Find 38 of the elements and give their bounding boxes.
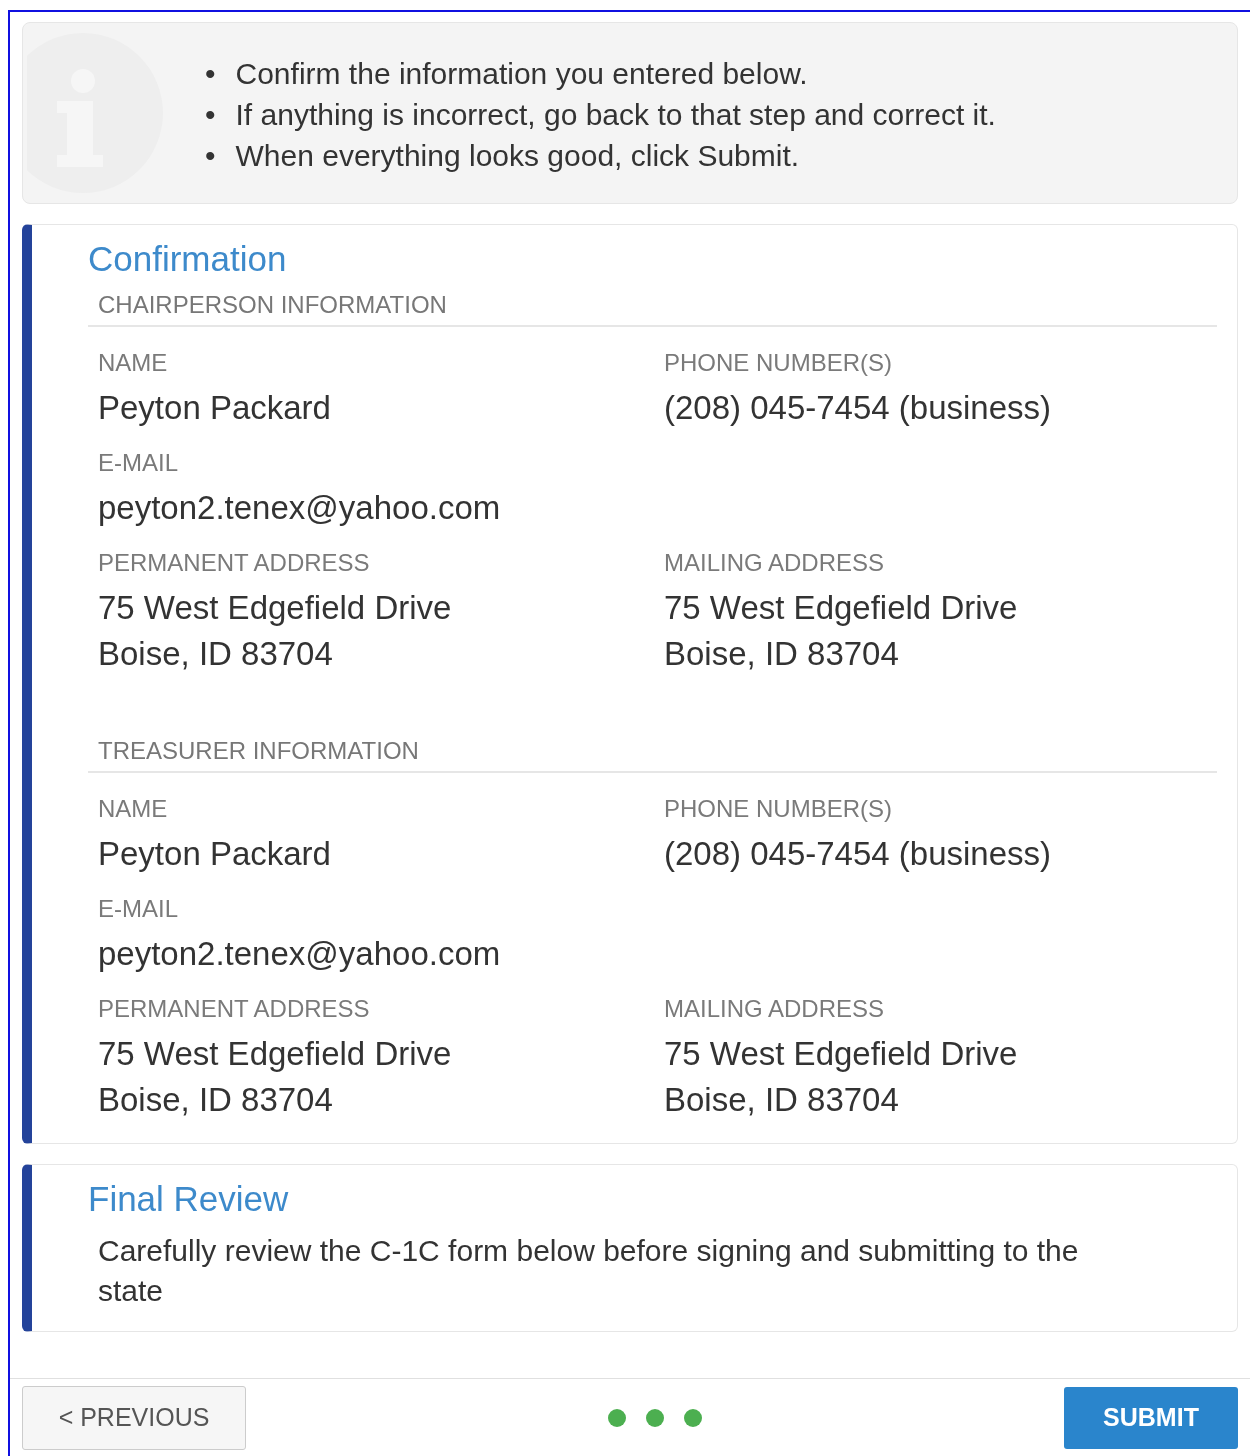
card-title: Confirmation	[88, 239, 288, 279]
field-value: 75 West Edgefield Drive	[664, 588, 1019, 628]
section-heading: TREASURER INFORMATION	[88, 737, 1217, 773]
field-value: 75 West Edgefield Drive	[98, 588, 453, 628]
field-value: 75 West Edgefield Drive	[664, 1034, 1019, 1074]
field-label: PHONE NUMBER(S)	[664, 349, 893, 377]
field-label: PERMANENT ADDRESS	[98, 549, 371, 577]
field-value: Boise, ID 83704	[98, 1080, 334, 1120]
instruction-text: Confirm the information you entered below.	[235, 56, 808, 92]
field-label: MAILING ADDRESS	[664, 995, 886, 1023]
field-label: E-MAIL	[98, 449, 179, 477]
bullet-text: •	[205, 97, 216, 133]
instruction-text: When everything looks good, click Submit.	[235, 138, 800, 174]
field-value: (208) 045-7454 (business)	[664, 834, 1053, 874]
field-value: Peyton Packard	[98, 388, 332, 428]
field-value: (208) 045-7454 (business)	[664, 388, 1053, 428]
instruction-text: If anything is incorrect, go back to that step and correct it.	[235, 97, 996, 133]
field-value: Boise, ID 83704	[664, 1080, 900, 1120]
field-label: NAME	[98, 349, 169, 377]
field-value: peyton2.tenex@yahoo.com	[98, 488, 502, 528]
previous-button[interactable]: < PREVIOUS	[22, 1385, 246, 1450]
section-heading: CHAIRPERSON INFORMATION	[88, 291, 1217, 327]
field-label: MAILING ADDRESS	[664, 549, 886, 577]
field-value: Peyton Packard	[98, 834, 332, 874]
submit-button[interactable]: SUBMIT	[1064, 1386, 1238, 1449]
field-label: E-MAIL	[98, 895, 179, 923]
field-value: peyton2.tenex@yahoo.com	[98, 934, 502, 974]
field-value: Boise, ID 83704	[664, 634, 900, 674]
field-value: Boise, ID 83704	[98, 634, 334, 674]
field-label: PHONE NUMBER(S)	[664, 795, 893, 823]
card-title: Final Review	[88, 1179, 290, 1219]
field-label: NAME	[98, 795, 169, 823]
bullet-text: •	[205, 56, 216, 92]
progress-dots-icon	[607, 1407, 703, 1428]
review-text: Carefully review the C-1C form below before signing and submitting to the state	[97, 1233, 1080, 1309]
bullet-text: •	[205, 138, 216, 174]
field-label: PERMANENT ADDRESS	[98, 995, 371, 1023]
field-value: 75 West Edgefield Drive	[98, 1034, 453, 1074]
